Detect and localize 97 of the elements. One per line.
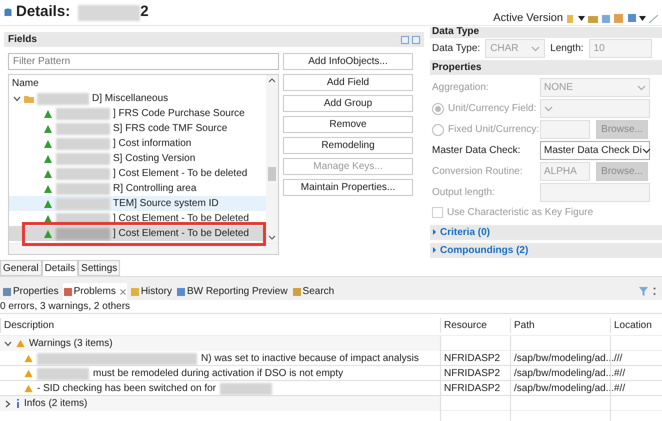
column-header[interactable]: Description <box>0 318 440 333</box>
folder-icon <box>24 94 34 102</box>
expand-all-icon[interactable] <box>401 36 409 44</box>
action-button[interactable]: Add Group <box>283 95 413 112</box>
view-tab[interactable]: BW Reporting Preview <box>176 283 289 300</box>
column-header: Name <box>11 77 40 91</box>
column-header[interactable]: Resource <box>440 318 510 333</box>
tree-item[interactable]: R] Controlling area <box>9 181 266 196</box>
group-row[interactable]: Warnings (3 items) <box>0 336 440 351</box>
tree-item[interactable]: D] Miscellaneous <box>9 91 266 106</box>
filter-field[interactable]: Filter Pattern <box>8 53 279 70</box>
more-options-icon[interactable] <box>653 287 656 296</box>
dropdown-field[interactable]: Master Data Check Di <box>540 141 650 160</box>
data-type-label: Data Type: <box>432 42 480 56</box>
chevron-right-icon[interactable] <box>4 400 12 408</box>
chevron-right-icon <box>432 247 437 254</box>
problems-summary: 0 errors, 3 warnings, 2 others <box>0 300 662 314</box>
chevron-down-icon[interactable] <box>13 94 21 102</box>
group-label: Infos (2 items) <box>24 397 88 411</box>
checkbox-label: Use Characteristic as Key Figure <box>447 206 594 220</box>
tree-item[interactable]: TEM] Source system ID <box>9 196 266 211</box>
problem-description: - SID checking has been switched on for <box>37 382 216 396</box>
action-button[interactable]: Add InfoObjects... <box>283 53 413 70</box>
view-tab[interactable]: History <box>130 283 173 300</box>
property-label: Aggregation: <box>432 81 489 96</box>
tree-label: ] Cost Element - To be deleted <box>113 167 248 181</box>
tree-label: TEM] Source system ID <box>113 197 219 211</box>
property-label: Output length: <box>432 186 495 200</box>
info-icon <box>16 399 20 408</box>
scroll-thumb[interactable] <box>268 167 276 181</box>
close-icon[interactable] <box>120 288 126 294</box>
scroll-down-icon[interactable] <box>268 235 276 240</box>
database-icon <box>4 8 12 17</box>
tree-label: ] FRS Code Purchase Source <box>113 107 245 121</box>
editor-title-suffix: 2 <box>140 2 149 22</box>
tree-item[interactable]: ] Cost Element - To be Deleted <box>9 226 266 241</box>
property-label: Unit/Currency Field: <box>448 102 536 116</box>
tree-label: S] Costing Version <box>113 152 196 166</box>
view-tab[interactable]: Problems <box>62 283 127 300</box>
collapse-all-icon[interactable] <box>412 36 420 44</box>
redacted-block <box>56 152 110 164</box>
action-button[interactable]: Add Field <box>283 74 413 91</box>
property-label: Conversion Routine: <box>432 165 523 180</box>
tree-item[interactable]: ] Cost information <box>9 136 266 151</box>
tree-label: S] FRS code TMF Source <box>113 122 228 136</box>
redacted-block <box>56 228 110 240</box>
toolbar-icon[interactable] <box>649 14 658 22</box>
editor-title: Details: <box>16 2 70 22</box>
table-cell: NFRIDASP2 <box>440 366 510 381</box>
tree-item[interactable]: ] FRS Code Purchase Source <box>9 106 266 121</box>
view-tab[interactable]: Search <box>292 283 336 300</box>
tree-label: D] Miscellaneous <box>92 92 168 106</box>
scroll-up-icon[interactable] <box>268 78 276 83</box>
redacted-block <box>37 92 89 104</box>
section-header: Data Type <box>430 27 662 38</box>
redacted-block <box>56 168 110 180</box>
action-button[interactable]: Remove <box>283 116 413 133</box>
collapsible-section[interactable]: Criteria (0) <box>430 224 662 240</box>
section-header: Properties <box>430 60 662 76</box>
action-button[interactable]: Remodeling <box>283 137 413 154</box>
vertical-scrollbar[interactable] <box>266 75 278 243</box>
redacted-block <box>56 182 110 194</box>
table-cell: NFRIDASP2 <box>440 381 510 396</box>
property-label: Master Data Check: <box>432 144 520 158</box>
version-label: Active Version <box>493 11 563 26</box>
editor-tab[interactable]: General <box>0 260 42 276</box>
chevron-right-icon <box>432 229 437 236</box>
tree-item[interactable]: ] Cost Element - To be deleted <box>9 166 266 181</box>
dropdown-arrow-icon[interactable] <box>639 16 646 21</box>
tree-label: ] Cost information <box>113 137 192 151</box>
problem-description: N) was set to inactive because of impact analysis <box>201 352 419 366</box>
dropdown-arrow-icon[interactable] <box>578 16 585 21</box>
table-cell: NFRIDASP2 <box>440 351 510 366</box>
chevron-down-icon[interactable] <box>4 340 12 348</box>
tree-label: ] Cost Element - To be Deleted <box>113 227 249 241</box>
collapsible-section[interactable]: Compoundings (2) <box>430 242 662 258</box>
problem-description: must be remodeled during activation if DSO is not empty <box>93 367 344 381</box>
section-title: Fields <box>8 33 37 47</box>
filter-icon[interactable] <box>639 287 648 296</box>
property-label: Fixed Unit/Currency: <box>448 123 540 138</box>
redacted-block <box>78 4 140 20</box>
column-header[interactable]: Location <box>610 318 662 333</box>
editor-tab[interactable]: Details <box>42 260 78 276</box>
column-header[interactable]: Path <box>510 318 610 333</box>
action-button[interactable]: Maintain Properties... <box>283 179 413 196</box>
length-label: Length: <box>550 42 584 56</box>
tree-item[interactable]: S] Costing Version <box>9 151 266 166</box>
view-tab[interactable]: Properties <box>2 283 60 300</box>
tree-label: R] Controlling area <box>113 182 196 196</box>
redacted-block <box>56 122 110 134</box>
editor-tab[interactable]: Settings <box>78 260 120 276</box>
tree-item[interactable]: S] FRS code TMF Source <box>9 121 266 136</box>
redacted-block <box>56 138 110 150</box>
group-row[interactable]: Infos (2 items) <box>0 396 440 411</box>
redacted-block <box>56 198 110 210</box>
redacted-block <box>56 108 110 120</box>
group-label: Warnings (3 items) <box>29 337 113 351</box>
